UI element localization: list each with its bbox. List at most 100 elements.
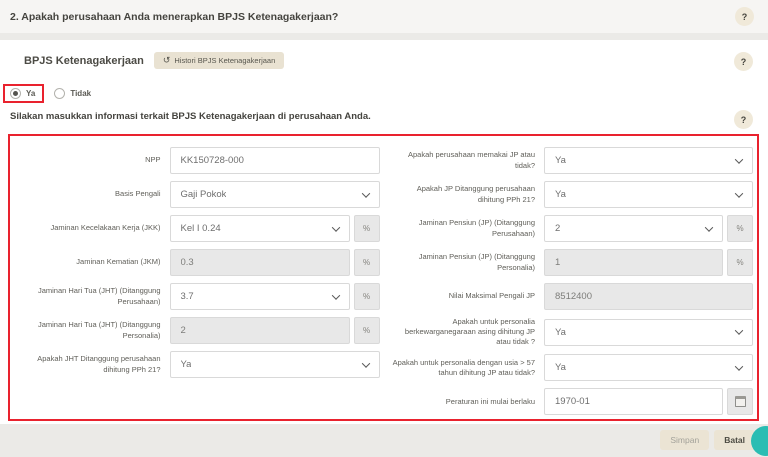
select-input[interactable]: Ya — [170, 351, 380, 378]
readonly-input: 1 — [544, 249, 723, 276]
field-control: 1970-01 — [544, 388, 753, 415]
help-icon[interactable]: ? — [734, 52, 753, 71]
radio-unselected-icon[interactable] — [54, 88, 65, 99]
field-label: Jaminan Kecelakaan Kerja (JKK) — [12, 223, 161, 233]
field-label: Apakah perusahaan memakai JP atau tidak? — [388, 150, 536, 170]
radio-option-ya[interactable]: Ya — [3, 84, 44, 103]
field-label: Jaminan Kematian (JKM) — [12, 257, 161, 267]
form-field: Jaminan Hari Tua (JHT) (Ditanggung Perus… — [12, 283, 380, 310]
form-field: Apakah perusahaan memakai JP atau tidak?… — [388, 147, 756, 174]
select-input[interactable]: Ya — [544, 319, 753, 346]
form-field: Jaminan Kecelakaan Kerja (JKK) Kel I 0.24… — [12, 215, 380, 242]
chat-fab-button[interactable] — [751, 426, 768, 456]
field-control: 2% — [544, 215, 753, 242]
field-control: Gaji Pokok — [170, 181, 380, 208]
radio-label: Tidak — [70, 89, 91, 98]
field-label: Jaminan Hari Tua (JHT) (Ditanggung Perus… — [12, 286, 161, 306]
help-icon[interactable]: ? — [734, 110, 753, 129]
help-icon[interactable]: ? — [735, 7, 754, 26]
field-value: Ya — [555, 189, 566, 200]
readonly-input: 0.3 — [170, 249, 350, 276]
field-value: Ya — [181, 359, 192, 370]
chevron-down-icon — [361, 359, 369, 367]
select-input[interactable]: Ya — [544, 354, 753, 381]
form-field: Apakah JP Ditanggung perusahaan dihitung… — [388, 181, 756, 208]
readonly-input: 2 — [170, 317, 350, 344]
field-control: Ya — [544, 354, 753, 381]
form-field: Jaminan Hari Tua (JHT) (Ditanggung Perso… — [12, 317, 380, 344]
field-value: 1970-01 — [555, 396, 590, 407]
cancel-button[interactable]: Batal — [714, 430, 755, 450]
field-control: Ya — [170, 351, 380, 378]
history-bpjs-button[interactable]: ↺ Histori BPJS Ketenagakerjaan — [154, 52, 284, 69]
field-control: 2% — [170, 317, 380, 344]
field-value: Gaji Pokok — [181, 189, 227, 200]
field-label: Nilai Maksimal Pengali JP — [388, 291, 536, 301]
percent-suffix: % — [727, 249, 753, 276]
field-value: 1 — [555, 257, 560, 268]
chevron-down-icon — [331, 223, 339, 231]
chevron-down-icon — [735, 362, 743, 370]
form-field: Jaminan Pensiun (JP) (Ditanggung Persona… — [388, 249, 756, 276]
select-input[interactable]: Gaji Pokok — [170, 181, 380, 208]
form-field: Jaminan Pensiun (JP) (Ditanggung Perusah… — [388, 215, 756, 242]
field-control: Ya — [544, 147, 753, 174]
field-value: 2 — [555, 223, 560, 234]
calendar-button[interactable] — [727, 388, 753, 415]
bpjs-section-header: BPJS Ketenagakerjaan ↺ Histori BPJS Kete… — [24, 52, 284, 69]
text-input[interactable]: 1970-01 — [544, 388, 723, 415]
form-field: Apakah untuk personalia berkewarganegara… — [388, 317, 756, 347]
form-actions: Simpan Batal — [660, 430, 755, 450]
chevron-down-icon — [735, 155, 743, 163]
field-control: Kel I 0.24% — [170, 215, 380, 242]
field-label: NPP — [12, 155, 161, 165]
field-value: Ya — [555, 362, 566, 373]
field-label: Apakah JHT Ditanggung perusahaan dihitun… — [12, 354, 161, 374]
field-label: Jaminan Hari Tua (JHT) (Ditanggung Perso… — [12, 320, 161, 340]
field-value: 2 — [181, 325, 186, 336]
select-input[interactable]: Kel I 0.24 — [170, 215, 350, 242]
field-label: Apakah untuk personalia berkewarganegara… — [388, 317, 536, 347]
bpjs-radio-group: Ya Tidak — [3, 84, 91, 103]
select-input[interactable]: Ya — [544, 147, 753, 174]
form-column-left: NPP KK150728-000 Basis PengaliGaji Pokok Ja… — [12, 147, 380, 422]
field-value: KK150728-000 — [181, 155, 244, 166]
field-value: Ya — [555, 327, 566, 338]
chevron-down-icon — [361, 189, 369, 197]
form-column-right: Apakah perusahaan memakai JP atau tidak?… — [388, 147, 756, 422]
radio-selected-icon[interactable] — [10, 88, 21, 99]
save-button[interactable]: Simpan — [660, 430, 709, 450]
field-label: Jaminan Pensiun (JP) (Ditanggung Persona… — [388, 252, 536, 272]
history-button-label: Histori BPJS Ketenagakerjaan — [174, 56, 275, 65]
form-field: NPP KK150728-000 — [12, 147, 380, 174]
percent-suffix: % — [354, 249, 380, 276]
percent-suffix: % — [727, 215, 753, 242]
percent-suffix: % — [354, 317, 380, 344]
chevron-down-icon — [705, 223, 713, 231]
form-field: Peraturan ini mulai berlaku1970-01 — [388, 388, 756, 415]
select-input[interactable]: 3.7 — [170, 283, 350, 310]
question-header: 2. Apakah perusahaan Anda menerapkan BPJ… — [0, 0, 768, 33]
field-control: 8512400 — [544, 283, 753, 310]
form-field: Jaminan Kematian (JKM) 0.3% — [12, 249, 380, 276]
field-control: KK150728-000 — [170, 147, 380, 174]
field-value: 3.7 — [181, 291, 194, 302]
select-input[interactable]: Ya — [544, 181, 753, 208]
percent-suffix: % — [354, 283, 380, 310]
instruction-text: Silakan masukkan informasi terkait BPJS … — [10, 111, 371, 122]
chevron-down-icon — [331, 291, 339, 299]
radio-option-tidak[interactable]: Tidak — [54, 88, 91, 99]
field-control: 0.3% — [170, 249, 380, 276]
bpjs-form-highlighted: NPP KK150728-000 Basis PengaliGaji Pokok Ja… — [8, 134, 759, 421]
chevron-down-icon — [735, 327, 743, 335]
percent-suffix: % — [354, 215, 380, 242]
select-input[interactable]: 2 — [544, 215, 723, 242]
page-title: 2. Apakah perusahaan Anda menerapkan BPJ… — [10, 11, 338, 23]
field-control: Ya — [544, 181, 753, 208]
field-value: 8512400 — [555, 291, 592, 302]
form-field: Basis PengaliGaji Pokok — [12, 181, 380, 208]
form-field: Apakah untuk personalia dengan usia > 57… — [388, 354, 756, 381]
field-value: 0.3 — [181, 257, 194, 268]
text-input[interactable]: KK150728-000 — [170, 147, 380, 174]
history-icon: ↺ — [163, 56, 171, 65]
